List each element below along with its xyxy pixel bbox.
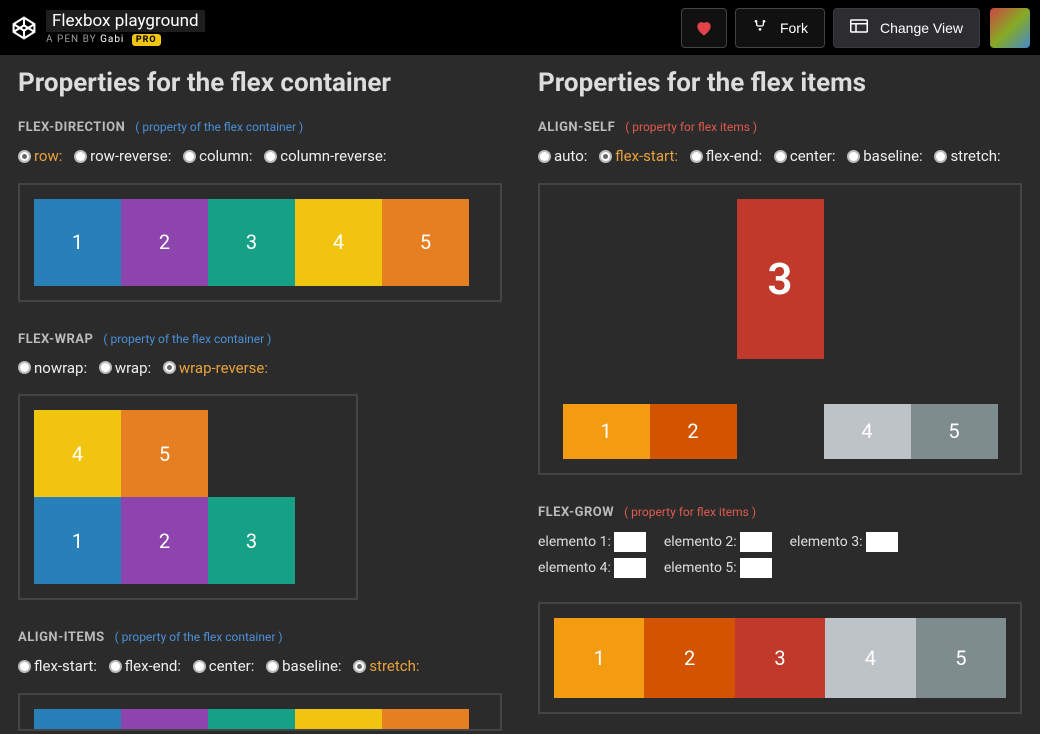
opt-ai-flex-end[interactable]: flex-end: — [109, 657, 181, 675]
fork-icon — [752, 18, 774, 37]
pro-badge: PRO — [132, 34, 161, 46]
align-self-demo: 1 2 3 4 5 — [538, 183, 1022, 475]
grow-input-1[interactable] — [614, 532, 646, 552]
flex-wrap-options: nowrap: wrap: wrap-reverse: — [18, 359, 502, 379]
grow-input-2[interactable] — [740, 532, 772, 552]
demo-item: 2 — [121, 497, 208, 584]
demo-item — [208, 709, 295, 729]
grow-input-label: elemento 1: — [538, 534, 611, 550]
demo-item: 1 — [563, 404, 650, 459]
content-area: Properties for the flex container flex-d… — [0, 56, 1040, 734]
align-self-note: ( property for flex items ) — [625, 120, 757, 134]
flex-direction-demo: 1 2 3 4 5 — [18, 183, 502, 302]
demo-item — [121, 709, 208, 729]
left-heading: Properties for the flex container — [18, 68, 502, 98]
align-items-section: align-items ( property of the flex conta… — [18, 626, 502, 731]
grow-input-3[interactable] — [866, 532, 898, 552]
change-view-button[interactable]: Change View — [833, 8, 980, 48]
demo-item: 5 — [121, 410, 208, 497]
change-view-icon — [850, 19, 874, 36]
flex-direction-note: ( property of the flex container ) — [135, 120, 303, 134]
opt-ai-center[interactable]: center: — [193, 657, 255, 675]
demo-item: 3 — [208, 497, 295, 584]
flex-direction-section: flex-direction ( property of the flex co… — [18, 116, 502, 302]
demo-item — [382, 709, 469, 729]
flex-grow-section: flex-grow ( property for flex items ) el… — [538, 501, 1022, 714]
opt-column[interactable]: column: — [183, 147, 252, 165]
opt-ai-baseline[interactable]: baseline: — [266, 657, 341, 675]
grow-input-label: elemento 4: — [538, 560, 611, 576]
right-column: Properties for the flex items align-self… — [520, 56, 1040, 734]
opt-nowrap[interactable]: nowrap: — [18, 359, 87, 377]
demo-item: 4 — [825, 618, 915, 698]
codepen-logo-icon — [10, 14, 38, 42]
demo-item: 5 — [911, 404, 998, 459]
user-avatar[interactable] — [990, 8, 1030, 48]
opt-row[interactable]: row: — [18, 147, 62, 165]
demo-item: 3 — [735, 618, 825, 698]
pen-byline: A PEN BY Gabi PRO — [46, 34, 205, 45]
opt-as-flex-start[interactable]: flex-start: — [599, 147, 678, 165]
demo-item: 2 — [644, 618, 734, 698]
top-bar: Flexbox playground A PEN BY Gabi PRO For… — [0, 0, 1040, 56]
demo-item: 5 — [916, 618, 1006, 698]
align-items-label: align-items — [18, 630, 105, 645]
demo-item — [295, 709, 382, 729]
flex-direction-label: flex-direction — [18, 120, 125, 135]
opt-wrap[interactable]: wrap: — [99, 359, 151, 377]
align-self-section: align-self ( property for flex items ) a… — [538, 116, 1022, 475]
left-column: Properties for the flex container flex-d… — [0, 56, 520, 734]
opt-as-auto[interactable]: auto: — [538, 147, 587, 165]
pen-author[interactable]: Gabi — [100, 34, 124, 45]
opt-as-baseline[interactable]: baseline: — [847, 147, 922, 165]
grow-input-label: elemento 2: — [664, 534, 737, 550]
demo-item: 1 — [34, 497, 121, 584]
change-view-label: Change View — [880, 20, 963, 36]
flex-direction-options: row: row-reverse: column: column-reverse… — [18, 147, 502, 167]
grow-input-5[interactable] — [740, 558, 772, 578]
opt-ai-flex-start[interactable]: flex-start: — [18, 657, 97, 675]
demo-item: 4 — [34, 410, 121, 497]
pen-title-area: Flexbox playground A PEN BY Gabi PRO — [46, 10, 205, 45]
opt-as-flex-end[interactable]: flex-end: — [690, 147, 762, 165]
grow-input-label: elemento 3: — [790, 534, 863, 550]
flex-wrap-note: ( property of the flex container ) — [103, 332, 271, 346]
demo-item: 2 — [650, 404, 737, 459]
demo-item: 1 — [554, 618, 644, 698]
opt-as-center[interactable]: center: — [774, 147, 836, 165]
flex-wrap-demo: 1 2 3 4 5 — [18, 394, 358, 600]
opt-column-reverse[interactable]: column-reverse: — [264, 147, 386, 165]
opt-as-stretch[interactable]: stretch: — [934, 147, 1000, 165]
flex-grow-inputs: elemento 1: elemento 2: elemento 3: elem… — [538, 532, 1022, 584]
opt-wrap-reverse[interactable]: wrap-reverse: — [163, 359, 268, 377]
flex-grow-note: ( property for flex items ) — [624, 505, 756, 519]
grow-input-label: elemento 5: — [664, 560, 737, 576]
align-items-options: flex-start: flex-end: center: baseline: … — [18, 657, 502, 677]
opt-row-reverse[interactable]: row-reverse: — [74, 147, 171, 165]
fork-label: Fork — [780, 20, 808, 36]
fork-button[interactable]: Fork — [735, 8, 825, 48]
demo-item: 4 — [824, 404, 911, 459]
align-items-demo — [18, 693, 502, 731]
demo-item: 4 — [295, 199, 382, 286]
demo-item: 5 — [382, 199, 469, 286]
byline-prefix: A PEN BY — [46, 34, 97, 45]
pen-title[interactable]: Flexbox playground — [46, 10, 205, 32]
flex-wrap-label: flex-wrap — [18, 332, 93, 347]
flex-grow-demo: 1 2 3 4 5 — [538, 602, 1022, 714]
right-heading: Properties for the flex items — [538, 68, 1022, 98]
opt-ai-stretch[interactable]: stretch: — [353, 657, 419, 675]
demo-item: 3 — [208, 199, 295, 286]
demo-item-highlighted: 3 — [737, 199, 824, 359]
demo-item: 1 — [34, 199, 121, 286]
align-self-label: align-self — [538, 120, 615, 135]
flex-wrap-section: flex-wrap ( property of the flex contain… — [18, 328, 502, 601]
demo-item — [34, 709, 121, 729]
flex-grow-label: flex-grow — [538, 505, 614, 520]
align-self-options: auto: flex-start: flex-end: center: base… — [538, 147, 1022, 167]
love-button[interactable] — [681, 8, 727, 48]
grow-input-4[interactable] — [614, 558, 646, 578]
align-items-note: ( property of the flex container ) — [115, 630, 283, 644]
demo-item: 2 — [121, 199, 208, 286]
